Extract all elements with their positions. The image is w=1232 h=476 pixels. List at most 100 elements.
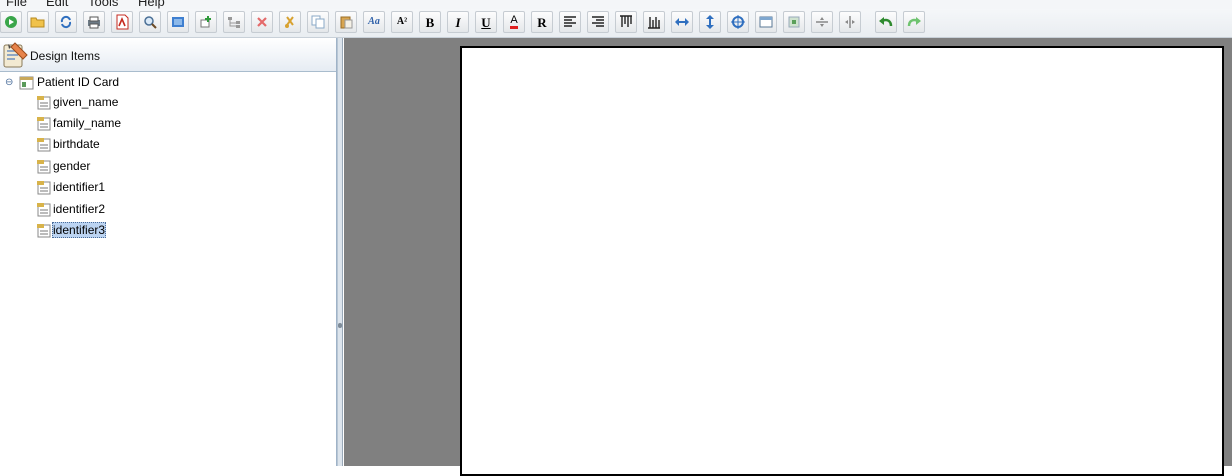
font-size-button[interactable]: A² (391, 11, 413, 33)
tree-item-identifier1[interactable]: identifier1 (36, 178, 106, 196)
pdf-button[interactable] (111, 11, 133, 33)
align-top-button[interactable] (615, 11, 637, 33)
center-button[interactable] (727, 11, 749, 33)
menu-help[interactable]: Help (138, 0, 165, 9)
copy-icon (311, 15, 325, 29)
center-icon (731, 15, 745, 29)
align-right-button[interactable] (587, 11, 609, 33)
align-bottom-button[interactable] (643, 11, 665, 33)
print-button[interactable] (83, 11, 105, 33)
tree-root-patient-id-card[interactable]: ⊖ Patient ID Card (5, 73, 120, 91)
align-left-button[interactable] (559, 11, 581, 33)
box-button[interactable] (783, 11, 805, 33)
design-items-icon (1, 41, 29, 72)
tree-item-label: gender (53, 159, 91, 173)
go-icon (5, 16, 17, 28)
copy-button[interactable] (307, 11, 329, 33)
same-height-button[interactable] (699, 11, 721, 33)
underline-button[interactable]: U (475, 11, 497, 33)
open-button[interactable] (27, 11, 49, 33)
paste-button[interactable] (335, 11, 357, 33)
refresh-icon (60, 15, 72, 29)
add-item-icon (200, 16, 211, 28)
print-icon (88, 16, 100, 29)
tree-item-family-name[interactable]: family_name (36, 114, 122, 132)
field-node-icon (37, 180, 51, 194)
align-top-icon (620, 15, 632, 27)
refresh-button[interactable] (55, 11, 77, 33)
italic-icon: I (455, 14, 461, 30)
frame-button[interactable] (167, 11, 189, 33)
open-folder-icon (30, 17, 45, 28)
delete-button[interactable] (251, 11, 273, 33)
menu-edit[interactable]: Edit (46, 0, 68, 9)
horizontal-divide-button[interactable] (811, 11, 833, 33)
panel-title: Design Items (30, 49, 101, 63)
field-node-icon (37, 223, 51, 237)
font-size-icon: A² (396, 16, 408, 27)
menu-file[interactable]: File (6, 0, 27, 9)
toolbar: Aa A² B I U A R (0, 9, 1232, 38)
undo-icon (879, 17, 893, 27)
align-right-icon (592, 16, 604, 27)
cut-button[interactable] (279, 11, 301, 33)
menu-bar: File Edit Tools Help (0, 0, 1232, 9)
tree-item-identifier2[interactable]: identifier2 (36, 200, 106, 218)
panel-splitter[interactable] (337, 38, 343, 466)
redo-button[interactable] (903, 11, 925, 33)
collapse-icon[interactable]: ⊖ (5, 77, 19, 88)
window-button[interactable] (755, 11, 777, 33)
same-height-icon (706, 15, 714, 29)
field-node-icon (37, 159, 51, 173)
paste-icon (340, 16, 353, 29)
go-button[interactable] (0, 11, 22, 33)
font-button[interactable]: Aa (363, 11, 385, 33)
tree-item-given-name[interactable]: given_name (36, 93, 119, 111)
field-node-icon (37, 116, 51, 130)
add-item-button[interactable] (195, 11, 217, 33)
underline-icon: U (481, 14, 491, 30)
vertical-divide-icon (845, 16, 855, 28)
panel-header: Design Items (0, 38, 336, 72)
tree-item-label: identifier1 (53, 180, 106, 194)
tree-item-gender[interactable]: gender (36, 157, 91, 175)
tree-item-identifier3[interactable]: identifier3 (36, 221, 107, 239)
design-items-panel: Design Items ⊖ Patient ID Card given_nam… (0, 38, 337, 466)
splitter-grip-icon[interactable] (338, 323, 342, 328)
font-color-button[interactable]: A (503, 11, 525, 33)
italic-button[interactable]: I (447, 11, 469, 33)
card-page-sheet[interactable] (460, 46, 1224, 476)
font-icon: Aa (368, 16, 380, 27)
zoom-button[interactable] (139, 11, 161, 33)
tree-item-label: identifier2 (53, 202, 106, 216)
same-width-icon (675, 18, 689, 26)
field-node-icon (37, 202, 51, 216)
horizontal-divide-icon (816, 17, 828, 27)
same-width-button[interactable] (671, 11, 693, 33)
align-bottom-icon (648, 17, 660, 29)
tree-root-label: Patient ID Card (37, 75, 120, 89)
tree-item-label: birthdate (53, 137, 100, 151)
align-left-icon (564, 16, 576, 27)
reset-icon: R (537, 14, 547, 30)
pdf-icon (116, 14, 129, 30)
redo-icon (907, 17, 921, 27)
card-node-icon (19, 76, 34, 89)
reset-button[interactable]: R (531, 11, 553, 33)
cut-icon (285, 16, 294, 28)
box-icon (788, 16, 800, 28)
tree-item-label: family_name (53, 116, 122, 130)
tree-item-birthdate[interactable]: birthdate (36, 135, 101, 153)
design-canvas[interactable] (344, 38, 1232, 476)
hierarchy-icon (228, 17, 240, 28)
bold-button[interactable]: B (419, 11, 441, 33)
undo-button[interactable] (875, 11, 897, 33)
tree-item-label-selected: identifier3 (52, 222, 107, 238)
menu-tools[interactable]: Tools (88, 0, 118, 9)
field-node-icon (37, 137, 51, 151)
vertical-divide-button[interactable] (839, 11, 861, 33)
field-node-icon (37, 95, 51, 109)
font-color-icon: A (510, 15, 518, 29)
hierarchy-button[interactable] (223, 11, 245, 33)
tree-item-label: given_name (53, 95, 119, 109)
